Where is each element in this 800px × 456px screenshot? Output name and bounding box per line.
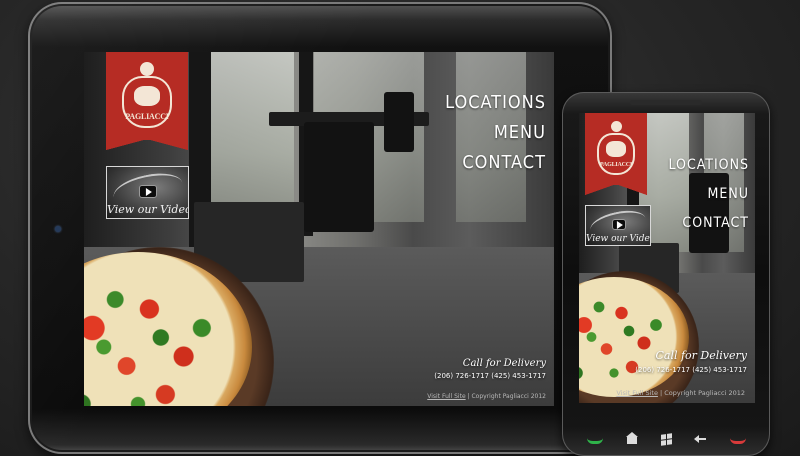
- nav-contact[interactable]: CONTACT: [445, 148, 546, 178]
- main-nav: LOCATIONS MENU CONTACT: [669, 151, 749, 238]
- video-label: View our Video: [107, 203, 189, 216]
- window: [204, 52, 294, 222]
- phone-hardware-keys: [576, 430, 756, 448]
- back-icon[interactable]: [693, 434, 709, 444]
- full-site-link[interactable]: Visit Full Site: [427, 393, 465, 400]
- nav-locations[interactable]: LOCATIONS: [669, 151, 749, 180]
- copyright: Copyright Pagliacci 2012: [471, 393, 546, 400]
- delivery-phones[interactable]: (206) 726-1717 (425) 453-1717: [434, 372, 546, 380]
- nav-menu[interactable]: MENU: [445, 118, 546, 148]
- windows-icon[interactable]: [660, 432, 672, 446]
- copyright: Copyright Pagliacci 2012: [664, 389, 745, 397]
- phone-device: PAGLIACCI View our Video LOCATIONS MENU …: [562, 92, 770, 456]
- main-nav: LOCATIONS MENU CONTACT: [445, 88, 546, 178]
- video-thumbnail[interactable]: View our Video: [585, 205, 651, 246]
- logo-chef-icon: [606, 141, 626, 157]
- delivery-info: Call for Delivery (206) 726-1717 (425) 4…: [635, 349, 747, 374]
- tablet-camera: [55, 226, 61, 232]
- full-site-link[interactable]: Visit Full Site: [616, 389, 658, 397]
- delivery-phones[interactable]: (206) 726-1717 (425) 453-1717: [635, 366, 747, 374]
- logo-banner[interactable]: PAGLIACCI: [106, 52, 188, 150]
- footer: Visit Full Site | Copyright Pagliacci 20…: [427, 393, 546, 400]
- delivery-title: Call for Delivery: [462, 358, 546, 369]
- tablet-screen: PAGLIACCI View our Video LOCATIONS MENU …: [84, 52, 554, 406]
- nav-contact[interactable]: CONTACT: [669, 209, 749, 238]
- video-thumbnail[interactable]: View our Video: [106, 166, 189, 219]
- end-call-icon[interactable]: [729, 434, 746, 444]
- play-icon[interactable]: [139, 185, 157, 198]
- brand-name: PAGLIACCI: [125, 112, 169, 121]
- chair: [304, 122, 374, 232]
- phone-speaker: [630, 100, 702, 105]
- logo-chef-icon: [611, 121, 622, 132]
- logo-chef-icon: [134, 86, 160, 106]
- brand-name: PAGLIACCI: [599, 162, 633, 168]
- nav-locations[interactable]: LOCATIONS: [445, 88, 546, 118]
- phone-screen: PAGLIACCI View our Video LOCATIONS MENU …: [579, 113, 755, 403]
- logo-chef-icon: [140, 62, 154, 76]
- footer: Visit Full Site | Copyright Pagliacci 20…: [616, 389, 745, 397]
- delivery-info: Call for Delivery (206) 726-1717 (425) 4…: [434, 358, 546, 380]
- nav-menu[interactable]: MENU: [669, 180, 749, 209]
- delivery-title: Call for Delivery: [655, 349, 747, 362]
- logo-banner[interactable]: PAGLIACCI: [585, 113, 647, 195]
- play-icon[interactable]: [612, 219, 626, 230]
- chair: [384, 92, 414, 152]
- home-icon[interactable]: [624, 432, 640, 444]
- call-icon[interactable]: [586, 434, 603, 444]
- tablet-device: PAGLIACCI View our Video LOCATIONS MENU …: [28, 2, 612, 454]
- video-label: View our Video: [586, 234, 651, 244]
